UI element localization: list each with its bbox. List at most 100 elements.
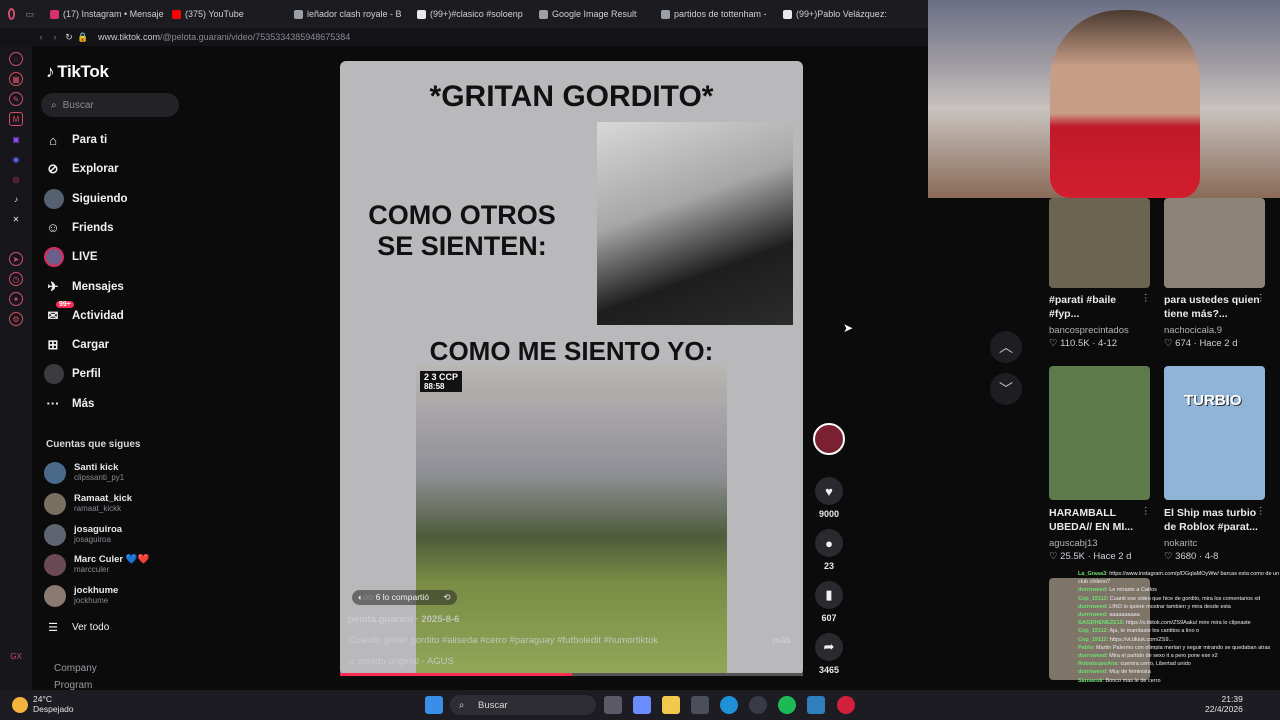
browser-tab[interactable]: leñador clash royale - B bbox=[286, 0, 409, 28]
settings-icon[interactable]: ⚙ bbox=[9, 312, 23, 326]
task-view-icon[interactable] bbox=[604, 696, 622, 714]
home-icon[interactable]: ◌ bbox=[9, 52, 23, 66]
video-author[interactable]: bancosprecintados bbox=[1049, 325, 1129, 336]
more-options-icon[interactable]: ⋮ bbox=[1141, 293, 1151, 304]
weather-widget[interactable]: 24°C Despejado bbox=[33, 694, 74, 714]
twitch-icon[interactable]: ▣ bbox=[9, 132, 23, 146]
reload-icon[interactable]: ↻ bbox=[62, 32, 76, 43]
like-button[interactable]: ♥ 9000 bbox=[815, 477, 843, 519]
video-progress-bar[interactable] bbox=[340, 673, 803, 676]
followed-account[interactable]: Ramaat_kick ramaat_kickk bbox=[44, 490, 132, 518]
file-explorer-icon[interactable] bbox=[662, 696, 680, 714]
opera-logo-icon bbox=[8, 8, 16, 20]
chat-username: Pablo bbox=[1078, 644, 1093, 651]
video-author[interactable]: nachocicala.9 bbox=[1164, 325, 1222, 336]
next-video-button[interactable]: ﹀ bbox=[990, 373, 1022, 405]
more-options-icon[interactable]: ⋮ bbox=[1256, 293, 1266, 304]
more-options-icon[interactable]: ⋮ bbox=[1141, 506, 1151, 517]
followed-account[interactable]: jockhume jockhume bbox=[44, 582, 118, 610]
nav-item-más[interactable]: ··· Más bbox=[44, 393, 95, 415]
nav-item-para-ti[interactable]: ⌂ Para ti bbox=[44, 129, 107, 151]
repost-icon[interactable]: ⟲ bbox=[443, 592, 450, 602]
video-author[interactable]: aguscabj13 bbox=[1049, 538, 1098, 549]
video-thumbnail[interactable] bbox=[1164, 198, 1265, 288]
nav-item-perfil[interactable]: Perfil bbox=[44, 363, 101, 385]
nav-item-siguiendo[interactable]: Siguiendo bbox=[44, 188, 128, 210]
discord-icon[interactable]: ◉ bbox=[9, 152, 23, 166]
taskbar-search[interactable]: ⌕ Buscar bbox=[450, 695, 596, 715]
forward-icon[interactable]: › bbox=[48, 32, 62, 42]
sound-label[interactable]: ♫ sonido original - AGUS bbox=[348, 656, 454, 667]
tiktok-logo[interactable]: ♪ TikTok bbox=[46, 62, 109, 82]
browser-tab[interactable]: Google Image Result bbox=[531, 0, 653, 28]
system-clock[interactable]: 21:39 22/4/2026 bbox=[1205, 694, 1243, 714]
share-button[interactable]: ➦ 3465 bbox=[815, 633, 843, 675]
browser-tab[interactable]: (375) YouTube bbox=[164, 0, 286, 28]
previous-video-button[interactable]: ︿ bbox=[990, 331, 1022, 363]
footer-company[interactable]: Company bbox=[54, 663, 97, 674]
search-input[interactable]: ⌕ Buscar bbox=[41, 93, 179, 117]
steam-icon[interactable] bbox=[749, 696, 767, 714]
creator-avatar[interactable] bbox=[813, 423, 845, 455]
chat-text: https://vt.tiktok.com/ZS9... bbox=[1109, 636, 1174, 643]
opera-menu-button[interactable]: ▭ bbox=[0, 0, 42, 28]
browser-tab[interactable]: partidos de tottenham - bbox=[653, 0, 775, 28]
tab-list-icon[interactable]: ▭ bbox=[25, 9, 34, 20]
comment-button[interactable]: ● 23 bbox=[815, 529, 843, 571]
nav-item-mensajes[interactable]: ✈ Mensajes bbox=[44, 276, 124, 298]
video-thumbnail[interactable] bbox=[1049, 198, 1150, 288]
history-icon[interactable]: ◷ bbox=[9, 272, 23, 286]
video-thumbnail[interactable] bbox=[1049, 366, 1150, 500]
extensions-icon[interactable]: ✦ bbox=[9, 292, 23, 306]
instagram-icon[interactable]: ◎ bbox=[9, 172, 23, 186]
video-title[interactable]: para ustedes quien tiene más?... bbox=[1164, 293, 1264, 321]
account-text: jockhume jockhume bbox=[74, 586, 118, 606]
followed-account[interactable]: Santi kick clipssanti_py1 bbox=[44, 459, 124, 487]
browser-tab[interactable]: (99+)#clasico #soloenp bbox=[409, 0, 531, 28]
save-button[interactable]: ▮ 607 bbox=[815, 581, 843, 623]
copilot-icon[interactable] bbox=[633, 696, 651, 714]
nav-item-live[interactable]: LIVE bbox=[44, 246, 98, 268]
video-title[interactable]: #parati #baile #fyp... bbox=[1049, 293, 1149, 321]
video-thumbnail[interactable] bbox=[1164, 366, 1265, 500]
tiktok-icon[interactable]: ♪ bbox=[9, 192, 23, 206]
more-link[interactable]: más bbox=[772, 635, 791, 646]
followed-account[interactable]: josaguiroa josaguiroa bbox=[44, 521, 122, 549]
weather-sun-icon[interactable] bbox=[12, 697, 28, 713]
video-title[interactable]: HARAMBALL UBEDA// EN MI... bbox=[1049, 506, 1149, 534]
video-author-date[interactable]: pelota.guarani · 2025-8-6 bbox=[348, 614, 459, 625]
notepad-icon[interactable] bbox=[807, 696, 825, 714]
send-icon[interactable]: ➤ bbox=[9, 252, 23, 266]
video-author[interactable]: nokaritc bbox=[1164, 538, 1197, 549]
followed-account[interactable]: Marc Culer 💙❤️ marcculer bbox=[44, 551, 149, 579]
store-icon[interactable] bbox=[691, 696, 709, 714]
caption-left-line1: COMO OTROS bbox=[368, 200, 556, 230]
see-all-link[interactable]: ☰ Ver todo bbox=[44, 616, 109, 638]
opera-gx-icon[interactable] bbox=[837, 696, 855, 714]
chat-username: durrnweed bbox=[1078, 669, 1107, 676]
url-text[interactable]: www.tiktok.com/@pelota.guarani/video/753… bbox=[98, 32, 350, 42]
speed-dial-icon[interactable]: ▦ bbox=[9, 72, 23, 86]
x-icon[interactable]: ✕ bbox=[9, 212, 23, 226]
shared-by-pill[interactable]: ◐◌◌ 6 lo compartió ⟲ bbox=[352, 590, 457, 605]
edge-icon[interactable] bbox=[720, 696, 738, 714]
nav-item-explorar[interactable]: ⊘ Explorar bbox=[44, 158, 119, 180]
video-title[interactable]: El Ship mas turbio de Roblox #parat... bbox=[1164, 506, 1264, 534]
nav-item-cargar[interactable]: ⊞ Cargar bbox=[44, 334, 110, 356]
avatar bbox=[44, 462, 66, 484]
gx-icon[interactable]: GX bbox=[10, 652, 22, 661]
browser-tab[interactable]: (17) Instagram • Mensajes bbox=[42, 0, 164, 28]
heart-icon: ♡ bbox=[1164, 338, 1176, 349]
nav-item-friends[interactable]: ☺ Friends bbox=[44, 217, 113, 239]
nav-item-label: Cargar bbox=[72, 339, 110, 352]
streamer-person bbox=[1050, 10, 1200, 198]
spotify-icon[interactable] bbox=[778, 696, 796, 714]
nav-item-actividad[interactable]: ✉ 99+ Actividad bbox=[44, 300, 124, 327]
back-icon[interactable]: ‹ bbox=[34, 32, 48, 42]
bookmark-icon[interactable]: ✎ bbox=[9, 92, 23, 106]
messenger-icon[interactable]: M bbox=[9, 112, 23, 126]
more-options-icon[interactable]: ⋮ bbox=[1256, 506, 1266, 517]
start-icon[interactable] bbox=[425, 696, 443, 714]
browser-tab[interactable]: (99+)Pablo Velázquez: bbox=[775, 0, 895, 28]
chat-username: durrnweed bbox=[1078, 587, 1107, 594]
